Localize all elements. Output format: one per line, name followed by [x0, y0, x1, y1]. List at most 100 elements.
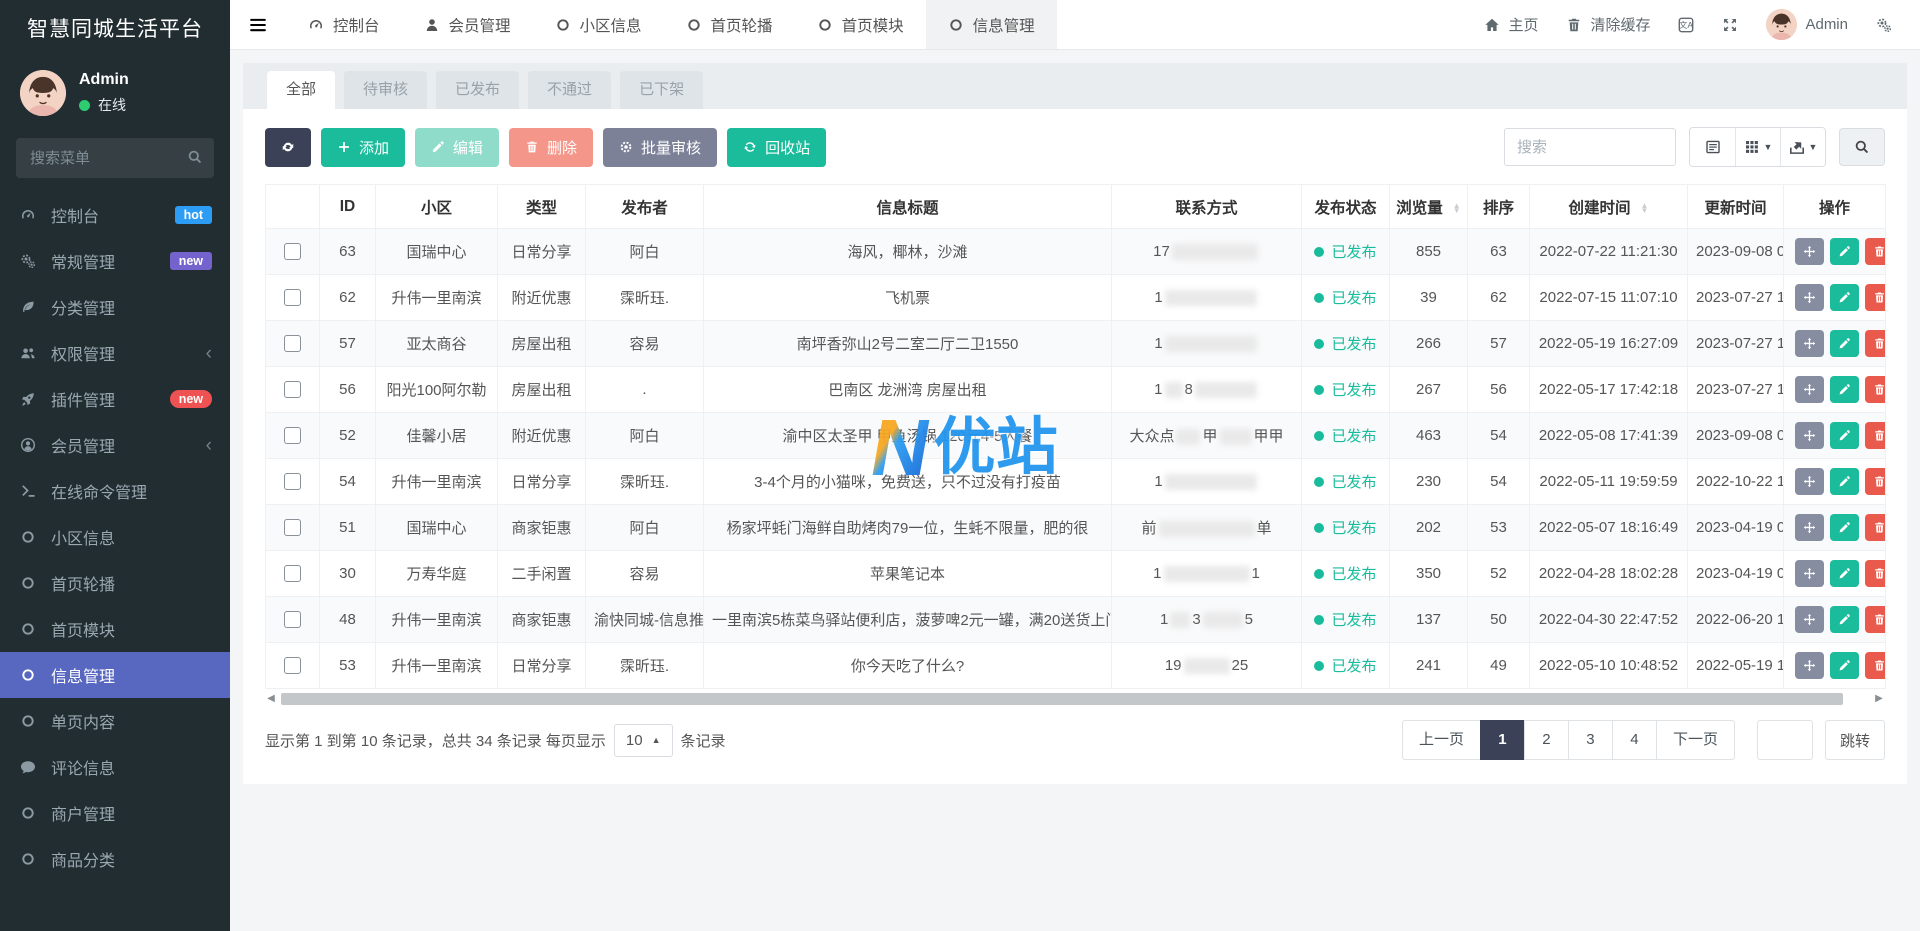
delete-button[interactable] [1865, 514, 1885, 541]
sidebar-item-9[interactable]: 首页轮播 [0, 560, 230, 606]
delete-button[interactable] [1865, 376, 1885, 403]
edit-button[interactable] [1830, 284, 1859, 311]
recycle-bin-button[interactable]: 回收站 [727, 127, 827, 167]
nav-tab-2[interactable]: 会员管理 [402, 0, 533, 49]
edit-button[interactable]: 编辑 [415, 127, 500, 167]
row-checkbox[interactable] [284, 657, 301, 675]
sidebar-item-5[interactable]: 插件管理 new [0, 376, 230, 422]
row-checkbox[interactable] [284, 565, 301, 583]
move-button[interactable] [1795, 468, 1824, 495]
sidebar-item-12[interactable]: 单页内容 [0, 698, 230, 744]
sidebar-item-7[interactable]: 在线命令管理 [0, 468, 230, 514]
row-checkbox[interactable] [284, 611, 301, 629]
nav-tab-5[interactable]: 首页模块 [795, 0, 926, 49]
export-button[interactable]: ▼ [1780, 128, 1825, 166]
delete-button[interactable] [1865, 422, 1885, 449]
row-checkbox[interactable] [284, 289, 301, 307]
scroll-left-icon[interactable]: ◀ [265, 693, 277, 705]
delete-button[interactable]: 删除 [509, 127, 594, 167]
filter-tab-4[interactable]: 不通过 [528, 71, 612, 109]
sort-icon[interactable]: ▲ ▼ [1453, 202, 1461, 215]
page-button-2[interactable]: 2 [1523, 720, 1569, 760]
move-button[interactable] [1795, 514, 1824, 541]
page-jump-button[interactable]: 跳转 [1824, 720, 1885, 760]
columns-button[interactable]: ▼ [1735, 128, 1780, 166]
sidebar-item-13[interactable]: 评论信息 [0, 744, 230, 790]
delete-button[interactable] [1865, 330, 1885, 357]
nav-user[interactable]: Admin [1752, 0, 1862, 50]
edit-button[interactable] [1830, 514, 1859, 541]
nav-tab-6[interactable]: 信息管理 [925, 0, 1057, 49]
sidebar-item-11[interactable]: 信息管理 [0, 652, 230, 698]
row-checkbox[interactable] [284, 473, 301, 491]
page-button-3[interactable]: 3 [1567, 720, 1613, 760]
delete-button[interactable] [1865, 560, 1885, 587]
edit-button[interactable] [1830, 652, 1859, 679]
sidebar-item-2[interactable]: 常规管理 new [0, 238, 230, 284]
sidebar-item-14[interactable]: 商户管理 [0, 790, 230, 836]
row-checkbox[interactable] [284, 381, 301, 399]
page-jump-input[interactable] [1756, 720, 1813, 760]
menu-search-input[interactable] [16, 138, 214, 178]
row-checkbox[interactable] [284, 427, 301, 445]
filter-tab-3[interactable]: 已发布 [436, 71, 520, 109]
table-search-input[interactable] [1504, 128, 1676, 166]
row-checkbox[interactable] [284, 519, 301, 537]
delete-button[interactable] [1865, 606, 1885, 633]
move-button[interactable] [1795, 606, 1824, 633]
detail-view-button[interactable] [1690, 128, 1735, 166]
scroll-right-icon[interactable]: ▶ [1873, 693, 1885, 705]
menu-toggle-icon[interactable] [230, 0, 286, 49]
edit-button[interactable] [1830, 560, 1859, 587]
page-button-4[interactable]: 4 [1611, 720, 1657, 760]
settings-button[interactable] [1862, 0, 1906, 50]
edit-button[interactable] [1830, 376, 1859, 403]
move-button[interactable] [1795, 652, 1824, 679]
home-link[interactable]: 主页 [1470, 0, 1552, 50]
move-button[interactable] [1795, 238, 1824, 265]
edit-button[interactable] [1830, 238, 1859, 265]
sidebar-item-1[interactable]: 控制台 hot [0, 192, 230, 238]
delete-button[interactable] [1865, 238, 1885, 265]
fullscreen-button[interactable] [1708, 0, 1752, 50]
column-header-created[interactable]: 创建时间 ▲ ▼ [1529, 184, 1688, 229]
row-checkbox[interactable] [284, 243, 301, 261]
delete-button[interactable] [1865, 652, 1885, 679]
filter-tab-5[interactable]: 已下架 [620, 71, 704, 109]
move-button[interactable] [1795, 284, 1824, 311]
prev-page-button[interactable]: 上一页 [1401, 720, 1481, 760]
move-button[interactable] [1795, 422, 1824, 449]
sidebar-item-3[interactable]: 分类管理 [0, 284, 230, 330]
page-size-select[interactable]: 10 ▲ [613, 723, 673, 757]
row-checkbox[interactable] [284, 335, 301, 353]
nav-tab-1[interactable]: 控制台 [286, 0, 402, 49]
clear-cache-link[interactable]: 清除缓存 [1552, 0, 1664, 50]
filter-tab-1[interactable]: 全部 [267, 71, 336, 109]
column-header-views[interactable]: 浏览量 ▲ ▼ [1389, 184, 1468, 229]
next-page-button[interactable]: 下一页 [1655, 720, 1735, 760]
nav-tab-3[interactable]: 小区信息 [533, 0, 664, 49]
add-button[interactable]: 添加 [321, 127, 406, 167]
nav-tab-4[interactable]: 首页轮播 [664, 0, 795, 49]
sidebar-item-10[interactable]: 首页模块 [0, 606, 230, 652]
translate-button[interactable]: 文A [1664, 0, 1708, 50]
edit-button[interactable] [1830, 468, 1859, 495]
move-button[interactable] [1795, 330, 1824, 357]
sidebar-item-6[interactable]: 会员管理 ‹ [0, 422, 230, 468]
search-button[interactable] [1839, 128, 1885, 166]
batch-audit-button[interactable]: 批量审核 [603, 127, 718, 167]
sidebar-item-4[interactable]: 权限管理 ‹ [0, 330, 230, 376]
move-button[interactable] [1795, 376, 1824, 403]
filter-tab-2[interactable]: 待审核 [344, 71, 428, 109]
page-button-1[interactable]: 1 [1479, 720, 1525, 760]
edit-button[interactable] [1830, 606, 1859, 633]
scrollbar-thumb[interactable] [281, 693, 1843, 705]
move-button[interactable] [1795, 560, 1824, 587]
edit-button[interactable] [1830, 422, 1859, 449]
sidebar-item-8[interactable]: 小区信息 [0, 514, 230, 560]
refresh-button[interactable] [265, 127, 311, 167]
sidebar-item-15[interactable]: 商品分类 [0, 836, 230, 882]
sort-icon[interactable]: ▲ ▼ [1641, 202, 1649, 215]
delete-button[interactable] [1865, 468, 1885, 495]
edit-button[interactable] [1830, 330, 1859, 357]
